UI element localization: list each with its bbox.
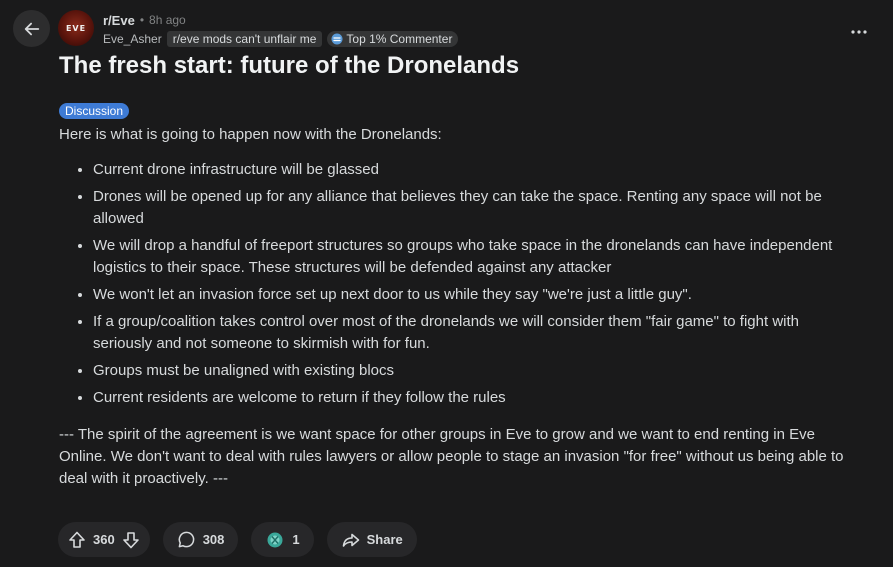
subreddit-link[interactable]: r/Eve (103, 13, 135, 28)
bullet-list: Current drone infrastructure will be gla… (59, 159, 849, 409)
action-bar: 360 308 1 Share (58, 522, 417, 557)
vote-count: 360 (93, 532, 115, 547)
upvote-icon[interactable] (67, 530, 87, 550)
award-icon (267, 532, 283, 547)
comments-button[interactable]: 308 (162, 522, 239, 557)
user-flair: r/eve mods can't unflair me (166, 31, 323, 47)
post-intro: Here is what is going to happen now with… (59, 126, 442, 143)
share-icon (342, 533, 359, 547)
commenter-badge: Top 1% Commenter (327, 31, 459, 47)
award-button[interactable]: 1 (251, 522, 314, 557)
list-item: Groups must be unaligned with existing b… (93, 360, 849, 382)
post-flair[interactable]: Discussion (59, 103, 130, 119)
list-item: Current residents are welcome to return … (93, 387, 849, 409)
list-item: If a group/coalition takes control over … (93, 311, 849, 355)
subreddit-avatar[interactable]: EVE (58, 10, 94, 46)
more-options-button[interactable] (851, 18, 867, 39)
badge-label: Top 1% Commenter (346, 32, 453, 46)
post-meta: r/Eve • 8h ago Eve_Asher r/eve mods can'… (103, 11, 459, 48)
author-link[interactable]: Eve_Asher (103, 32, 162, 46)
list-item: Drones will be opened up for any allianc… (93, 186, 849, 230)
list-item: We won't let an invasion force set up ne… (93, 284, 849, 306)
meta-separator: • (139, 13, 145, 27)
post-body: Here is what is going to happen now with… (59, 124, 849, 490)
arrow-left-icon (24, 22, 39, 35)
downvote-icon[interactable] (121, 530, 141, 550)
list-item: We will drop a handful of freeport struc… (93, 235, 849, 279)
avatar-logo-text: EVE (65, 23, 87, 33)
vote-control: 360 (58, 522, 150, 557)
list-item: Current drone infrastructure will be gla… (93, 159, 849, 181)
post-time: 8h ago (149, 13, 186, 27)
comment-icon (178, 531, 195, 548)
back-button[interactable] (13, 10, 50, 47)
post-title: The fresh start: future of the Droneland… (59, 52, 520, 79)
comment-count: 308 (202, 532, 225, 547)
post-outro: --- The spirit of the agreement is we wa… (59, 426, 844, 487)
badge-icon (331, 33, 343, 45)
more-dots-icon (851, 30, 867, 34)
share-label: Share (366, 532, 403, 547)
share-button[interactable]: Share (326, 522, 417, 557)
award-count: 1 (292, 532, 300, 547)
